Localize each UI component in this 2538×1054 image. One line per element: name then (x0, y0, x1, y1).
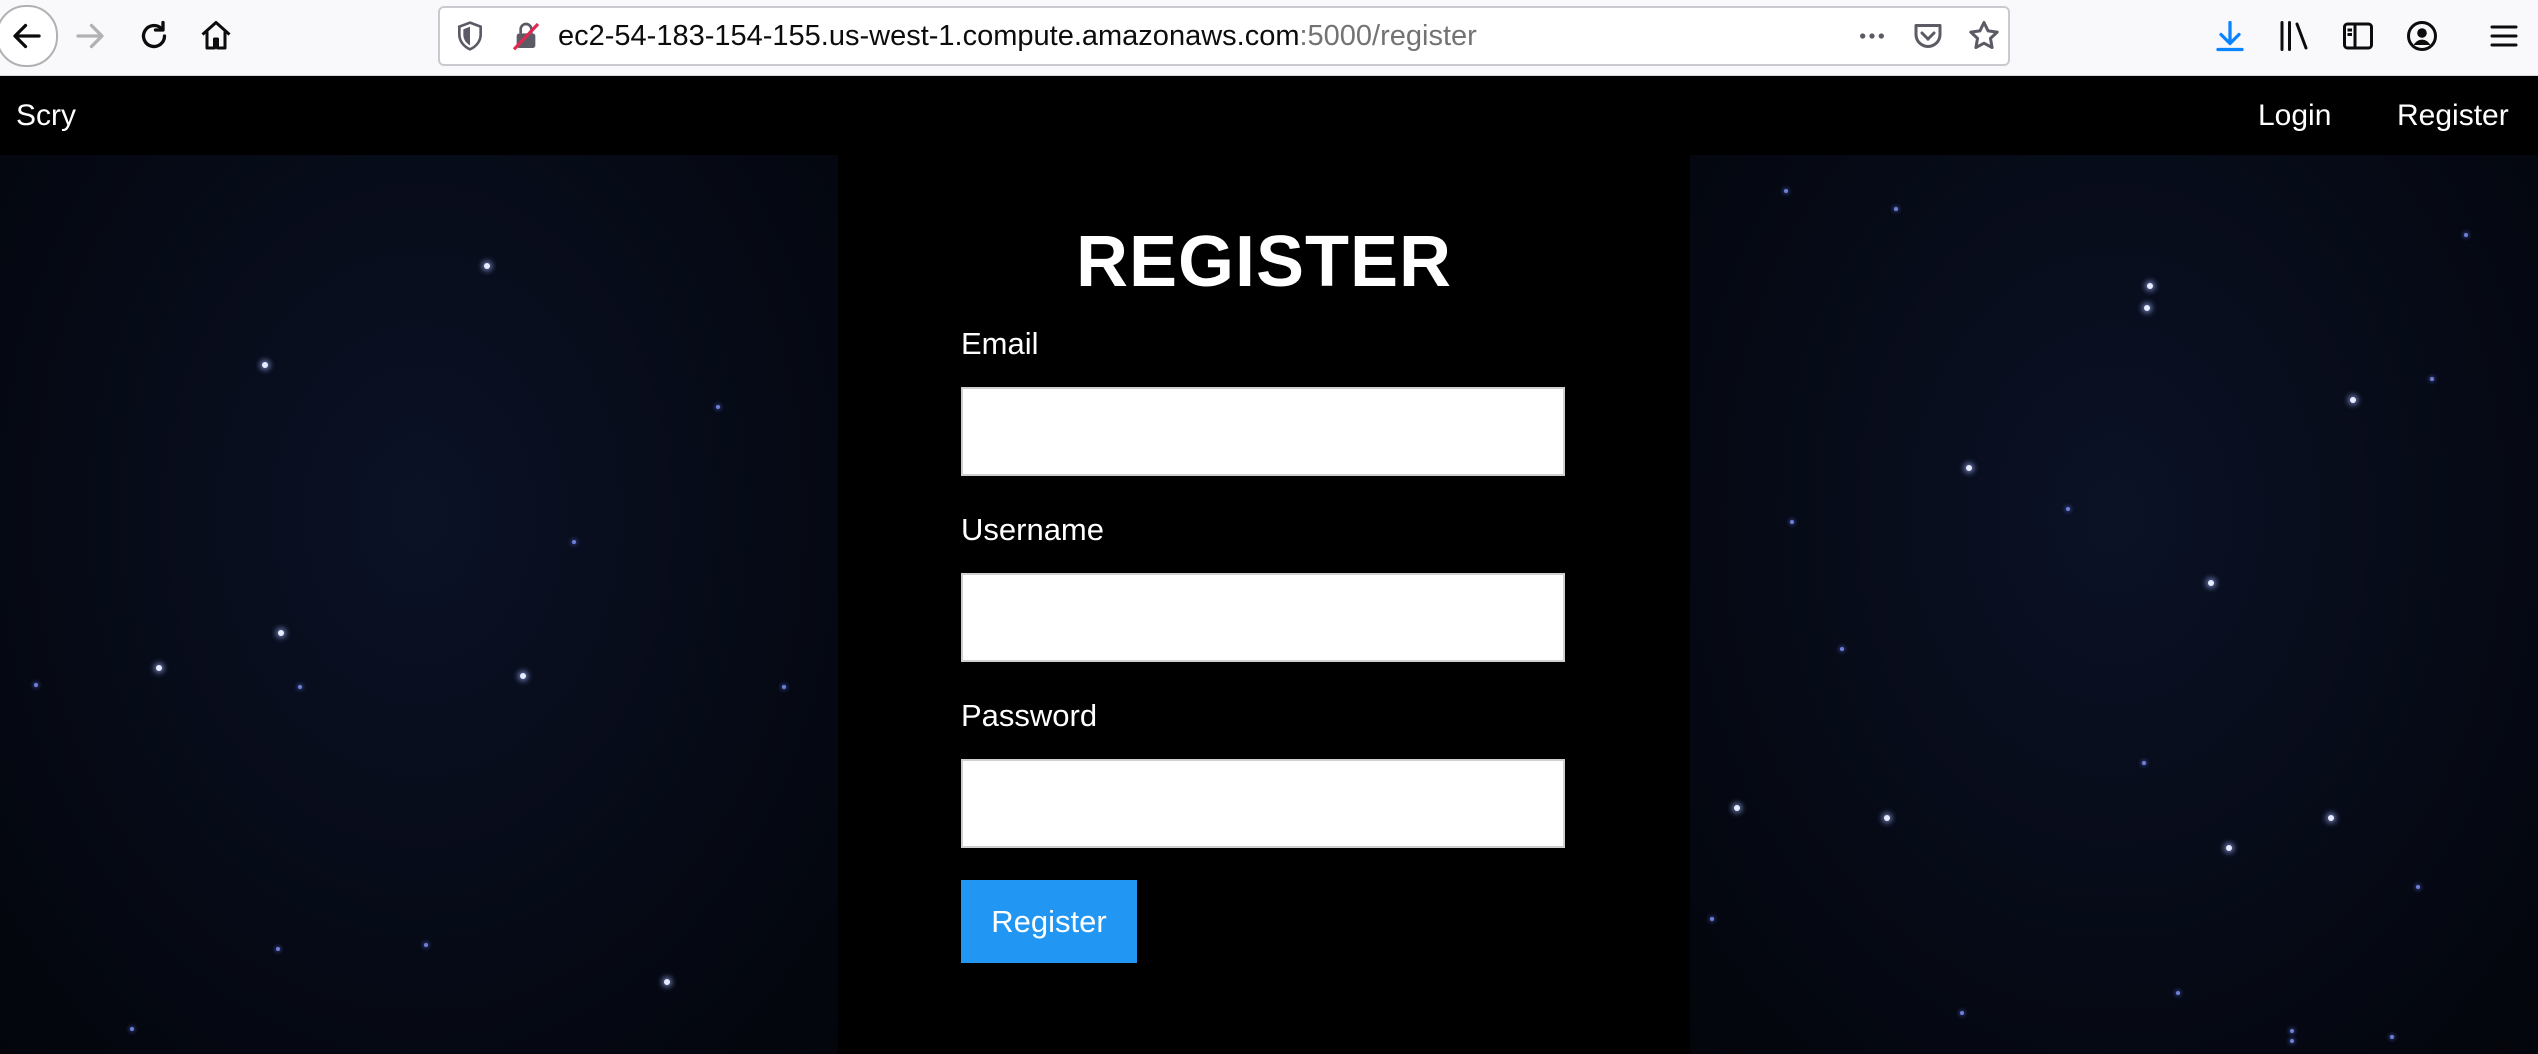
back-button[interactable] (0, 5, 58, 67)
star-dot (2464, 233, 2468, 237)
pocket-icon[interactable] (1910, 18, 1946, 54)
star-dot (2328, 815, 2334, 821)
star-dot (782, 685, 786, 689)
star-dot (278, 630, 284, 636)
star-dot (2290, 1039, 2294, 1043)
star-dot (1840, 647, 1844, 651)
star-dot (664, 979, 670, 985)
forward-button[interactable] (60, 6, 120, 66)
star-dot (262, 362, 268, 368)
star-dot (2226, 845, 2232, 851)
menu-icon[interactable] (2486, 18, 2522, 54)
site-navbar: Scry Login Register (0, 77, 2538, 155)
starfield-background-left (0, 155, 838, 1054)
starfield-background-right (1690, 155, 2538, 1054)
password-field[interactable] (961, 759, 1565, 848)
forward-icon (76, 23, 104, 49)
url-host: ec2-54-183-154-155.us-west-1.compute.ama… (558, 20, 1300, 52)
star-dot (2147, 283, 2153, 289)
star-dot (298, 685, 302, 689)
star-dot (2142, 761, 2146, 765)
page-content: Scry Login Register REGISTER Email Usern… (0, 77, 2538, 1054)
star-dot (2066, 507, 2070, 511)
nav-login-link[interactable]: Login (2258, 99, 2331, 133)
star-dot (1966, 465, 1972, 471)
star-dot (2144, 305, 2150, 311)
star-dot (424, 943, 428, 947)
download-icon[interactable] (2212, 18, 2248, 54)
home-button[interactable] (186, 6, 246, 66)
star-dot (1960, 1011, 1964, 1015)
star-dot (520, 673, 526, 679)
page-title: REGISTER (1075, 222, 1453, 302)
brand-link[interactable]: Scry (16, 99, 76, 133)
star-dot (484, 263, 490, 269)
reload-icon (141, 20, 167, 49)
more-icon[interactable] (1854, 20, 1890, 52)
library-icon[interactable] (2276, 18, 2312, 54)
url-text[interactable]: ec2-54-183-154-155.us-west-1.compute.ama… (558, 20, 1477, 53)
register-form-panel: REGISTER Email Username Password Registe… (838, 155, 1690, 1054)
nav-register-link[interactable]: Register (2397, 99, 2509, 133)
username-field[interactable] (961, 573, 1565, 662)
star-dot (1790, 520, 1794, 524)
register-submit-button[interactable]: Register (961, 880, 1137, 963)
browser-toolbar: ec2-54-183-154-155.us-west-1.compute.ama… (0, 0, 2538, 76)
account-icon[interactable] (2404, 18, 2440, 54)
star-dot (1894, 207, 1898, 211)
email-field[interactable] (961, 387, 1565, 476)
email-label: Email (961, 326, 1039, 361)
star-dot (2416, 885, 2420, 889)
url-path: :5000/register (1299, 20, 1477, 52)
star-dot (130, 1027, 134, 1031)
star-dot (2430, 377, 2434, 381)
url-bar[interactable]: ec2-54-183-154-155.us-west-1.compute.ama… (438, 6, 2010, 66)
star-dot (1884, 815, 1890, 821)
password-label: Password (961, 698, 1098, 733)
username-label: Username (961, 512, 1104, 547)
star-dot (2390, 1035, 2394, 1039)
reload-button[interactable] (124, 6, 184, 66)
star-dot (1710, 917, 1714, 921)
shield-icon[interactable] (454, 20, 486, 52)
star-dot (2208, 580, 2214, 586)
home-icon (201, 21, 231, 50)
sidebar-icon[interactable] (2340, 18, 2376, 54)
star-dot (716, 405, 720, 409)
star-dot (2350, 397, 2356, 403)
bookmark-star-icon[interactable] (1966, 18, 2002, 54)
star-dot (156, 665, 162, 671)
star-dot (2290, 1029, 2294, 1033)
star-dot (1734, 805, 1740, 811)
back-icon (13, 23, 41, 49)
insecure-lock-icon[interactable] (510, 20, 542, 52)
star-dot (34, 683, 38, 687)
star-dot (2176, 991, 2180, 995)
star-dot (572, 540, 576, 544)
star-dot (1784, 189, 1788, 193)
star-dot (276, 947, 280, 951)
